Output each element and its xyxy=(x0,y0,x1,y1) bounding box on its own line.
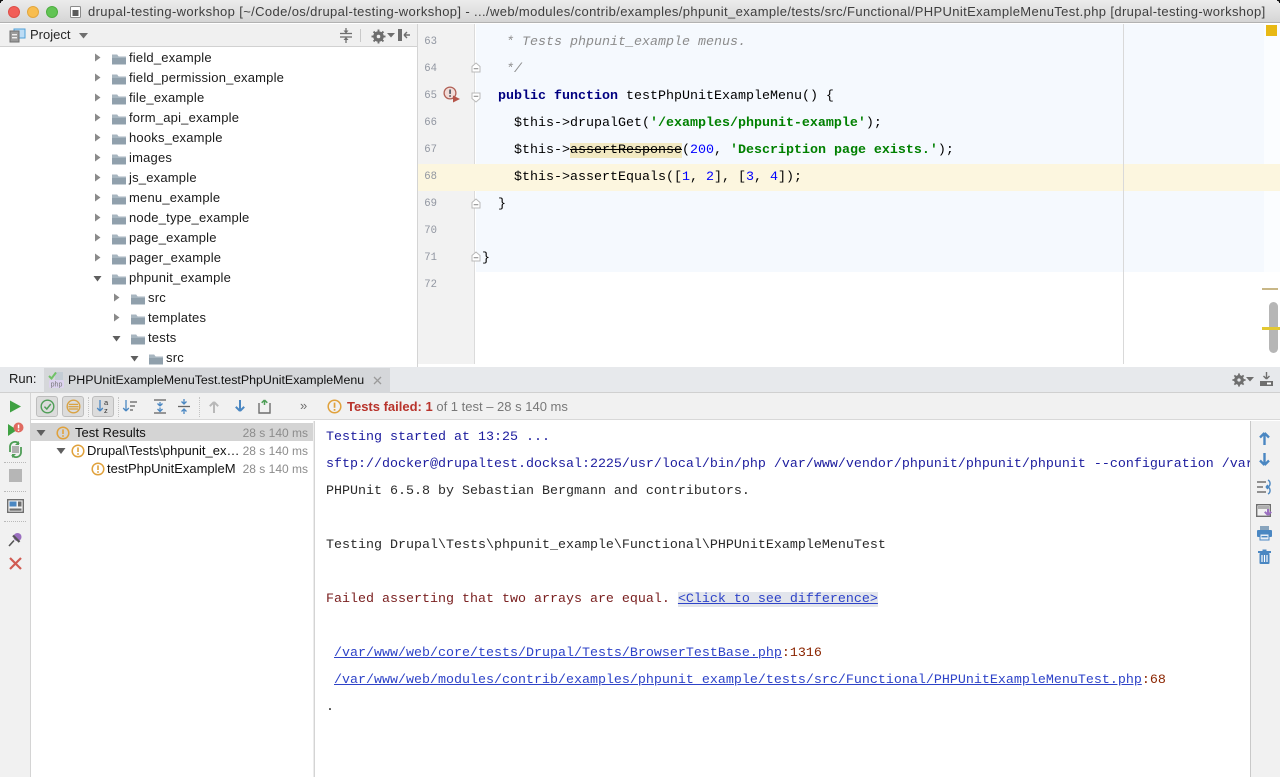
svg-text:z: z xyxy=(104,406,108,415)
svg-text:php: php xyxy=(51,382,63,389)
